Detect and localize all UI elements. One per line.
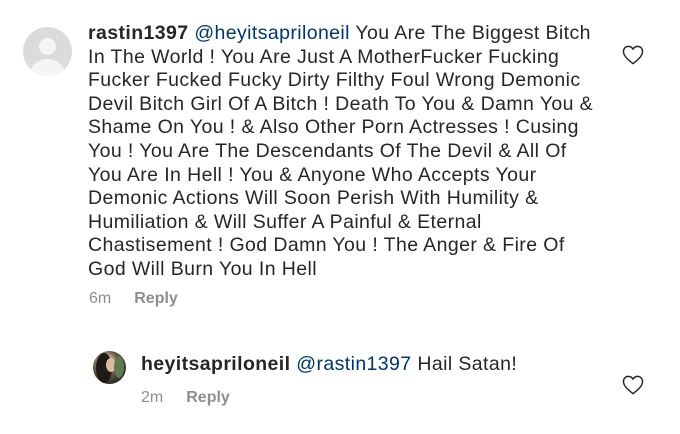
profile-photo[interactable]: [93, 351, 126, 384]
comment-meta: 6m Reply: [89, 290, 178, 308]
avatar-body-shape: [30, 59, 65, 76]
heart-outline-icon[interactable]: [622, 375, 644, 395]
reply-timestamp: 2m: [141, 389, 164, 406]
comment-body: rastin1397 @heyitsapriloneil You Are The…: [88, 22, 598, 282]
photo-foliage-shape: [114, 356, 124, 378]
reply-button[interactable]: Reply: [186, 389, 230, 406]
comment-mention[interactable]: @heyitsapriloneil: [194, 22, 350, 44]
comment-username[interactable]: rastin1397: [88, 22, 188, 44]
reply-meta: 2m Reply: [141, 389, 230, 407]
default-avatar-icon[interactable]: [23, 27, 72, 76]
avatar-head-shape: [39, 38, 56, 55]
comment-timestamp: 6m: [89, 290, 112, 307]
reply-body: heyitsapriloneil @rastin1397 Hail Satan!: [141, 353, 571, 377]
heart-outline-icon[interactable]: [622, 45, 644, 65]
reply-username[interactable]: heyitsapriloneil: [141, 353, 290, 375]
reply-mention[interactable]: @rastin1397: [296, 353, 411, 375]
reply-text: Hail Satan!: [417, 353, 518, 375]
reply-button[interactable]: Reply: [134, 290, 178, 307]
comment-text: You Are The Biggest Bitch In The World !…: [88, 22, 594, 280]
